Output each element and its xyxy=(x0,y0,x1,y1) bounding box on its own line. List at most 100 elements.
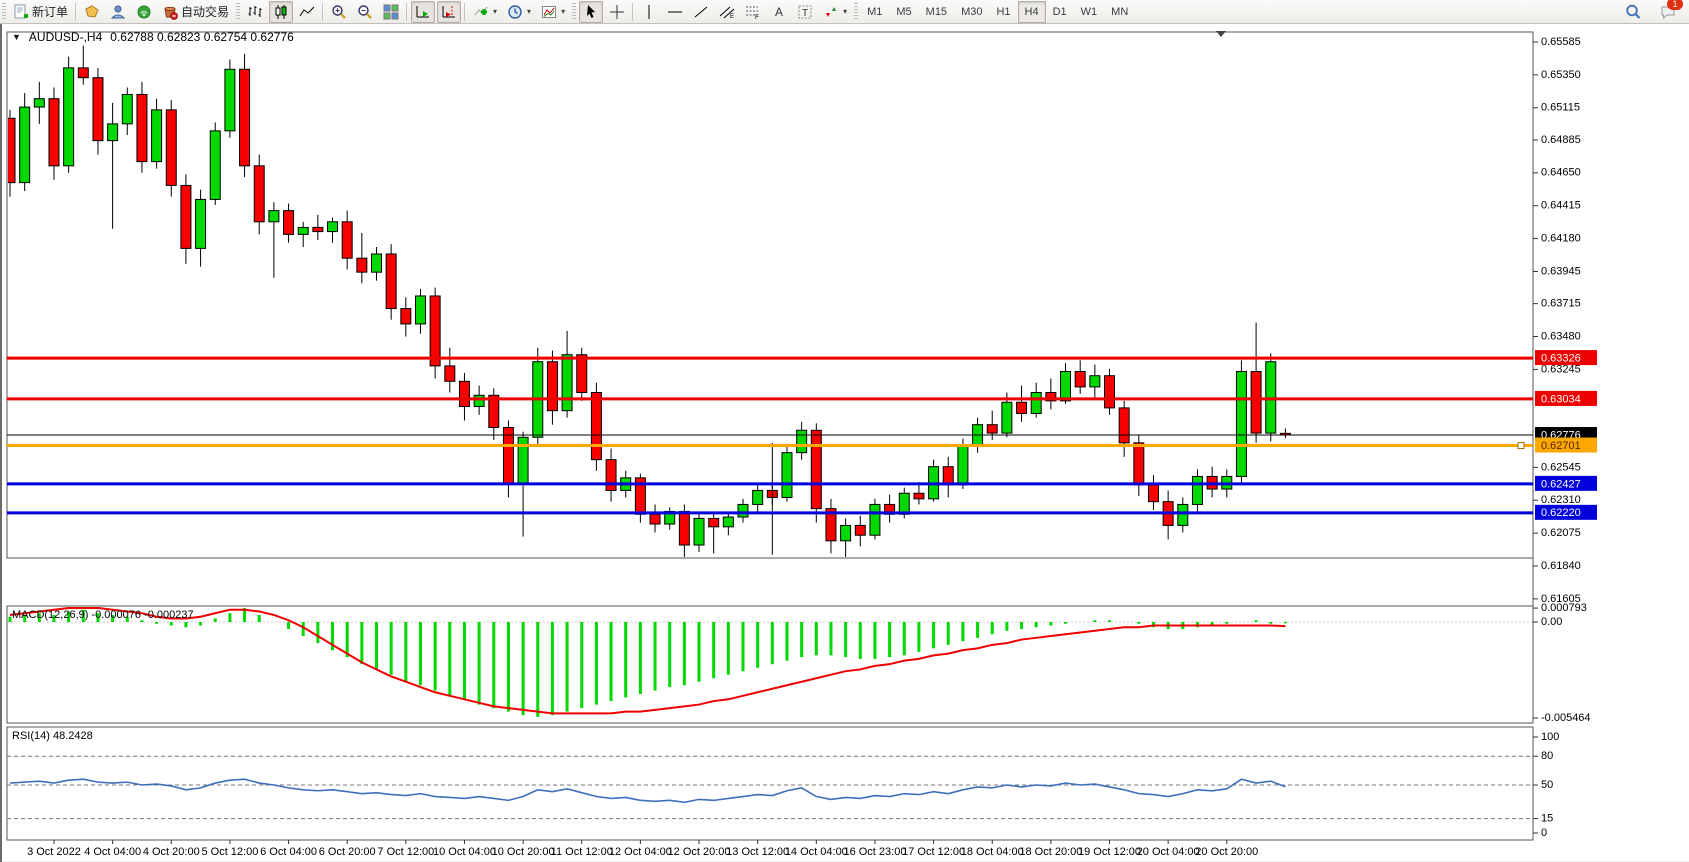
profile-button[interactable] xyxy=(106,1,130,23)
svg-text:4 Oct 04:00: 4 Oct 04:00 xyxy=(84,846,141,858)
candle xyxy=(459,381,469,406)
vertical-line-button[interactable] xyxy=(637,1,661,23)
timeframe-button-w1[interactable]: W1 xyxy=(1074,1,1105,23)
time-axis[interactable]: 3 Oct 20224 Oct 04:004 Oct 20:005 Oct 12… xyxy=(27,840,1258,858)
candle xyxy=(401,309,411,324)
dropdown-arrow-icon[interactable]: ▾ xyxy=(493,7,497,16)
notifications-button[interactable]: 1 xyxy=(1656,1,1680,23)
arrows-icon xyxy=(823,4,839,20)
text-label-button[interactable]: T xyxy=(793,1,817,23)
fibonacci-button[interactable]: F xyxy=(741,1,765,23)
svg-text:18 Oct 04:00: 18 Oct 04:00 xyxy=(961,846,1024,858)
toolbar-separator xyxy=(464,3,465,21)
svg-text:0.63715: 0.63715 xyxy=(1541,298,1581,310)
periods-button[interactable]: ▾ xyxy=(503,1,535,23)
candle xyxy=(577,355,587,393)
horizontal-line-button[interactable] xyxy=(663,1,687,23)
timeframe-button-h1[interactable]: H1 xyxy=(989,1,1017,23)
line-handle[interactable] xyxy=(1518,443,1524,449)
auto-scroll-button[interactable] xyxy=(411,1,435,23)
svg-text:18 Oct 20:00: 18 Oct 20:00 xyxy=(1019,846,1082,858)
dropdown-arrow-icon[interactable]: ▾ xyxy=(527,7,531,16)
candle xyxy=(1266,362,1276,433)
template-icon xyxy=(541,4,557,20)
timeframe-button-m30[interactable]: M30 xyxy=(954,1,989,23)
zoom-in-button[interactable] xyxy=(327,1,351,23)
svg-text:4 Oct 20:00: 4 Oct 20:00 xyxy=(143,846,200,858)
text-button[interactable]: A xyxy=(767,1,791,23)
svg-text:0.63945: 0.63945 xyxy=(1541,265,1581,277)
svg-text:17 Oct 12:00: 17 Oct 12:00 xyxy=(902,846,965,858)
arrows-button[interactable]: ▾ xyxy=(819,1,851,23)
candle xyxy=(547,362,557,411)
fibo-icon: F xyxy=(745,4,761,20)
signals-button[interactable] xyxy=(132,1,156,23)
templates-button[interactable]: ▾ xyxy=(537,1,569,23)
timeframe-button-h4[interactable]: H4 xyxy=(1018,1,1046,23)
crosshair-button[interactable] xyxy=(605,1,629,23)
equidistant-channel-button[interactable]: E xyxy=(715,1,739,23)
candle xyxy=(181,185,191,248)
svg-text:12 Oct 20:00: 12 Oct 20:00 xyxy=(668,846,731,858)
candle xyxy=(313,227,323,231)
line-chart-button[interactable] xyxy=(295,1,319,23)
timeframe-button-m5[interactable]: M5 xyxy=(889,1,918,23)
toolbar-separator xyxy=(572,3,576,21)
channel-icon: E xyxy=(719,4,735,20)
dropdown-arrow-icon[interactable]: ▾ xyxy=(561,7,565,16)
cursor-icon xyxy=(583,4,599,20)
candle xyxy=(78,68,88,78)
search-button[interactable] xyxy=(1621,1,1645,23)
market-watch-icon-button[interactable] xyxy=(80,1,104,23)
candle xyxy=(1134,443,1144,485)
timeframe-button-m15[interactable]: M15 xyxy=(919,1,954,23)
chart-shift-button[interactable] xyxy=(437,1,461,23)
dropdown-arrow-icon[interactable]: ▾ xyxy=(843,7,847,16)
svg-text:0.62427: 0.62427 xyxy=(1541,478,1581,490)
new-order-button-label: 新订单 xyxy=(32,3,68,20)
candle xyxy=(899,493,909,514)
svg-text:T: T xyxy=(802,8,808,19)
bar-chart-button[interactable] xyxy=(243,1,267,23)
svg-text:E: E xyxy=(730,14,734,20)
timeframe-button-mn[interactable]: MN xyxy=(1104,1,1135,23)
svg-text:0.64885: 0.64885 xyxy=(1541,134,1581,146)
svg-text:A: A xyxy=(775,5,783,19)
mt4-application: 新订单自动交易▾▾▾EFAT▾M1M5M15M30H1H4D1W1MN1 ▼ A… xyxy=(0,0,1689,862)
svg-text:0.63245: 0.63245 xyxy=(1541,363,1581,375)
candle xyxy=(254,166,264,222)
toolbar-separator xyxy=(632,3,633,21)
auto-trading-button[interactable]: 自动交易 xyxy=(158,1,233,23)
candle xyxy=(782,453,792,498)
candle xyxy=(811,430,821,508)
candle xyxy=(503,427,513,483)
timeframe-button-d1[interactable]: D1 xyxy=(1046,1,1074,23)
candle xyxy=(93,78,103,141)
tile-windows-button[interactable] xyxy=(379,1,403,23)
price-axis[interactable]: 0.655850.653500.651150.648850.646500.644… xyxy=(1533,36,1597,605)
candle xyxy=(1236,372,1246,477)
chevron-down-icon[interactable]: ▼ xyxy=(12,32,21,42)
svg-text:12 Oct 04:00: 12 Oct 04:00 xyxy=(609,846,672,858)
candle xyxy=(474,395,484,406)
svg-text:0.00: 0.00 xyxy=(1541,616,1562,628)
svg-text:19 Oct 12:00: 19 Oct 12:00 xyxy=(1078,846,1141,858)
candle xyxy=(709,518,719,526)
bars-icon xyxy=(247,4,263,20)
new-order-button[interactable]: 新订单 xyxy=(9,1,72,23)
trendline-button[interactable] xyxy=(689,1,713,23)
svg-text:RSI(14) 48.2428: RSI(14) 48.2428 xyxy=(12,730,93,742)
candle xyxy=(1017,402,1027,413)
candle xyxy=(430,296,440,366)
toolbar-separator xyxy=(236,3,240,21)
zoom-out-button[interactable] xyxy=(353,1,377,23)
svg-text:F: F xyxy=(755,14,759,20)
candle xyxy=(49,99,59,166)
indicators-button[interactable]: ▾ xyxy=(469,1,501,23)
cursor-button[interactable] xyxy=(579,1,603,23)
toolbar-right-group: 1 xyxy=(1620,1,1689,23)
timeframe-button-m1[interactable]: M1 xyxy=(860,1,889,23)
clock-icon xyxy=(507,4,523,20)
candlestick-chart-button[interactable] xyxy=(269,1,293,23)
chart-canvas[interactable]: 0.655850.653500.651150.648850.646500.644… xyxy=(2,24,1689,862)
